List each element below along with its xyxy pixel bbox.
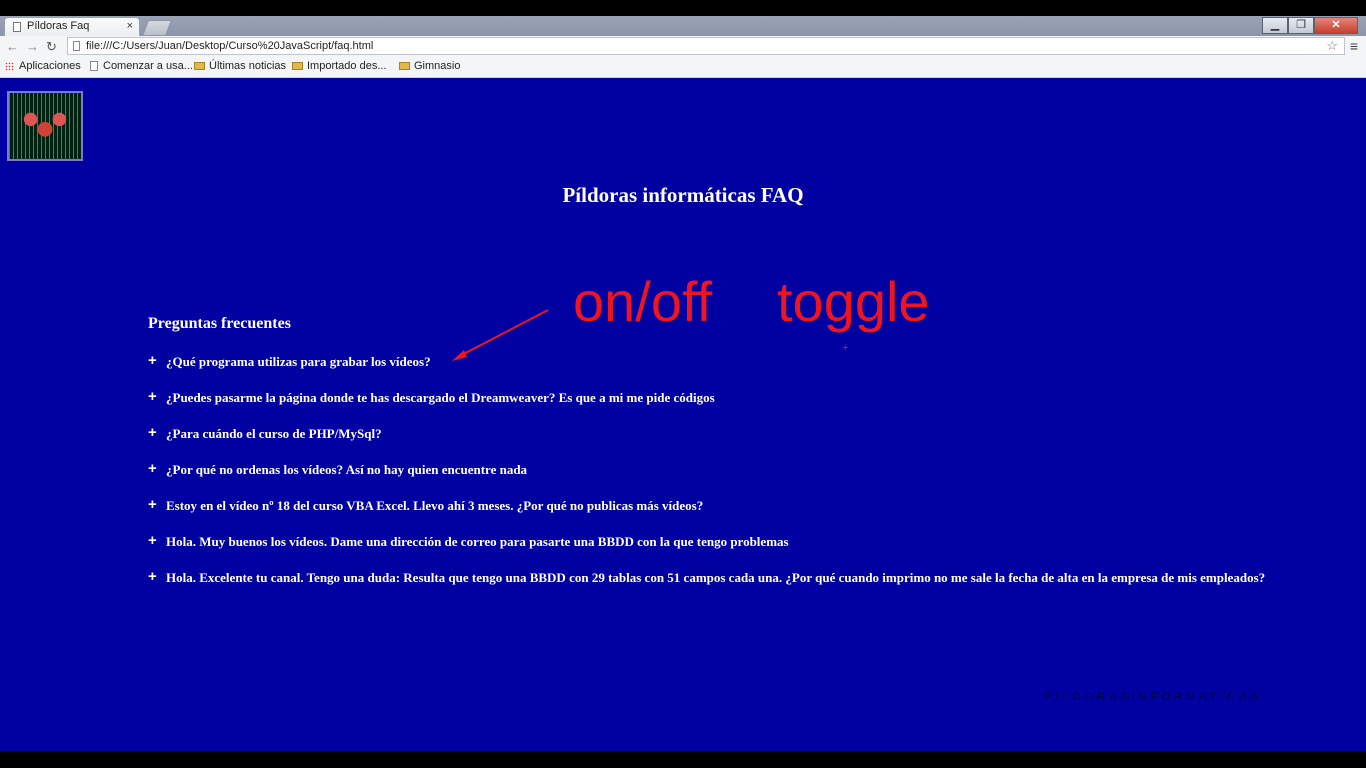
menu-icon[interactable]: ≡ <box>1350 38 1358 54</box>
page-icon <box>73 41 80 51</box>
close-window-button[interactable]: ✕ <box>1314 17 1358 34</box>
tab-close-icon[interactable]: × <box>127 20 133 32</box>
bookmark-label: Aplicaciones <box>19 60 81 72</box>
faq-list: + ¿Qué programa utilizas para grabar los … <box>148 353 1265 606</box>
plus-icon[interactable]: + <box>148 353 166 368</box>
faq-question[interactable]: ¿Por qué no ordenas los vídeos? Así no h… <box>166 462 527 478</box>
browser-toolbar: ← → ↻ file:///C:/Users/Juan/Desktop/Curs… <box>0 36 1366 58</box>
plus-icon[interactable]: + <box>148 497 166 512</box>
bookmark-comenzar[interactable]: Comenzar a usa... <box>90 60 193 72</box>
plus-icon[interactable]: + <box>148 533 166 548</box>
faq-item[interactable]: + Hola. Excelente tu canal. Tengo una dud… <box>148 569 1265 606</box>
forward-icon[interactable]: → <box>26 39 39 54</box>
new-tab-button[interactable] <box>142 20 172 36</box>
reload-icon[interactable]: ↻ <box>46 39 57 55</box>
faq-item[interactable]: + ¿Por qué no ordenas los vídeos? Así no … <box>148 461 1265 498</box>
tab-strip: Píldoras Faq × <box>0 16 1366 36</box>
faq-question[interactable]: Hola. Muy buenos los vídeos. Dame una di… <box>166 534 789 550</box>
brand-watermark: PILDORASINFORMATICAS <box>1044 691 1262 703</box>
plus-icon[interactable]: + <box>148 569 166 584</box>
maximize-button[interactable]: ❐ <box>1288 17 1314 34</box>
faq-item[interactable]: + ¿Para cuándo el curso de PHP/MySql? <box>148 425 1265 462</box>
page-icon <box>13 22 21 32</box>
faq-question[interactable]: Hola. Excelente tu canal. Tengo una duda… <box>166 570 1265 586</box>
bookmark-label: Importado des... <box>307 60 387 72</box>
folder-icon <box>194 62 205 70</box>
address-bar[interactable]: file:///C:/Users/Juan/Desktop/Curso%20Ja… <box>67 37 1345 55</box>
tab-title: Píldoras Faq <box>27 20 90 32</box>
faq-question[interactable]: ¿Puedes pasarme la página donde te has d… <box>166 390 715 406</box>
annotation-on-off: on/off <box>573 270 713 333</box>
faq-heading: Preguntas frecuentes <box>148 315 291 332</box>
bookmark-label: Últimas noticias <box>209 60 287 72</box>
bookmark-apps[interactable]: Aplicaciones <box>5 60 81 72</box>
cursor-crosshair-icon: + <box>842 342 849 354</box>
bookmarks-bar: Aplicaciones Comenzar a usa... Últimas n… <box>0 57 1366 78</box>
site-logo-image <box>7 91 83 161</box>
tab-active[interactable]: Píldoras Faq × <box>4 17 140 36</box>
screen-top-bar <box>0 0 1366 16</box>
annotation-toggle: toggle <box>777 270 930 333</box>
url-text[interactable]: file:///C:/Users/Juan/Desktop/Curso%20Ja… <box>86 40 373 52</box>
bookmark-label: Gimnasio <box>414 60 461 72</box>
folder-icon <box>292 62 303 70</box>
screen-bottom-bar <box>0 751 1366 768</box>
back-icon[interactable]: ← <box>6 39 19 54</box>
plus-icon[interactable]: + <box>148 389 166 404</box>
page-title: Píldoras informáticas FAQ <box>562 183 804 207</box>
bookmark-label: Comenzar a usa... <box>103 60 193 72</box>
faq-item[interactable]: + Hola. Muy buenos los vídeos. Dame una d… <box>148 533 1265 570</box>
apps-grid-icon <box>5 61 14 71</box>
faq-question[interactable]: ¿Qué programa utilizas para grabar los v… <box>166 354 431 370</box>
faq-item[interactable]: + ¿Puedes pasarme la página donde te has … <box>148 389 1265 426</box>
bookmark-gimnasio[interactable]: Gimnasio <box>399 60 460 72</box>
bookmark-importado[interactable]: Importado des... <box>292 60 387 72</box>
faq-question[interactable]: Estoy en el vídeo nº 18 del curso VBA Ex… <box>166 498 703 514</box>
plus-icon[interactable]: + <box>148 425 166 440</box>
page-icon <box>90 61 98 71</box>
faq-item[interactable]: + Estoy en el vídeo nº 18 del curso VBA E… <box>148 497 1265 534</box>
plus-icon[interactable]: + <box>148 461 166 476</box>
bookmark-noticias[interactable]: Últimas noticias <box>194 60 286 72</box>
window-controls: ▁ ❐ ✕ <box>1262 17 1358 34</box>
faq-question[interactable]: ¿Para cuándo el curso de PHP/MySql? <box>166 426 382 442</box>
bookmark-star-icon[interactable]: ☆ <box>1326 38 1338 54</box>
folder-icon <box>399 62 410 70</box>
minimize-button[interactable]: ▁ <box>1262 17 1288 34</box>
page-content: Píldoras informáticas FAQ on/off toggle … <box>0 78 1366 751</box>
faq-item[interactable]: + ¿Qué programa utilizas para grabar los … <box>148 353 1265 390</box>
